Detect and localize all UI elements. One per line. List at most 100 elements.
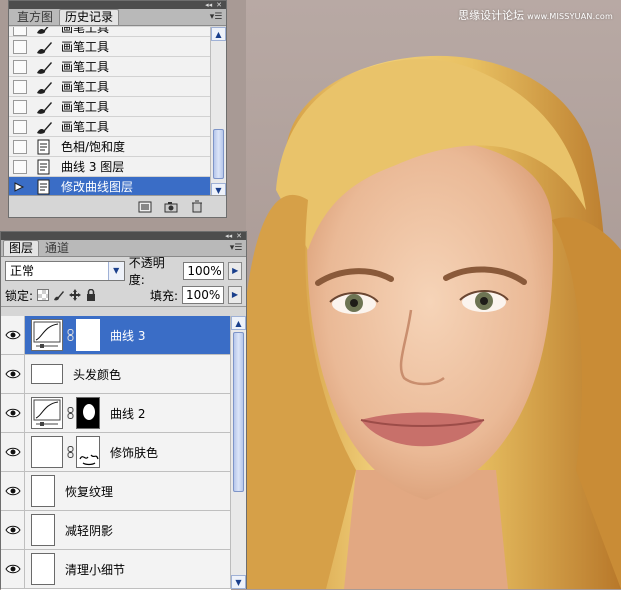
blend-mode-select[interactable]: 正常 ▼ (5, 260, 125, 281)
brush-icon (33, 118, 55, 136)
tab-channels[interactable]: 通道 (39, 240, 75, 256)
visibility-eye-icon[interactable] (1, 511, 25, 549)
snapshot-checkbox[interactable] (13, 39, 27, 54)
layer-list[interactable]: 曲线 3 头发颜色 曲线 2 修饰肤色 恢复纹理 减轻阴影 清理小细节 (1, 316, 231, 590)
history-item[interactable]: 画笔工具 (9, 117, 212, 137)
brush-icon (33, 78, 55, 96)
layer-name: 头发颜色 (73, 367, 122, 382)
scroll-up-icon[interactable]: ▲ (231, 316, 246, 330)
snapshot-checkbox[interactable] (13, 59, 27, 74)
layers-panel-titlebar[interactable]: ◂◂ ✕ (1, 232, 246, 240)
layer-row[interactable]: 修饰肤色 (1, 433, 231, 472)
new-document-from-state-icon[interactable] (138, 201, 152, 213)
layer-name: 修饰肤色 (110, 445, 159, 460)
history-item-label: 画笔工具 (61, 120, 110, 134)
layer-row-selected[interactable]: 曲线 3 (1, 316, 231, 355)
history-item-label: 修改曲线图层 (61, 180, 134, 194)
snapshot-checkbox[interactable] (13, 27, 27, 36)
lock-all-icon[interactable] (85, 289, 97, 301)
visibility-eye-icon[interactable] (1, 394, 25, 432)
blend-mode-value: 正常 (10, 263, 35, 278)
history-item[interactable]: 画笔工具 (9, 97, 212, 117)
layer-thumbnail[interactable] (31, 475, 55, 507)
opacity-slider-toggle[interactable]: ▶ (228, 261, 242, 280)
tab-layers[interactable]: 图层 (3, 240, 40, 256)
layer-row[interactable]: 恢复纹理 (1, 472, 231, 511)
visibility-eye-icon[interactable] (1, 550, 25, 588)
history-item[interactable]: 画笔工具 (9, 77, 212, 97)
history-item[interactable]: 画笔工具 (9, 37, 212, 57)
camera-snapshot-icon[interactable] (164, 201, 178, 213)
panel-menu-icon[interactable]: ▾☰ (229, 243, 243, 253)
layer-mask-thumbnail[interactable] (76, 436, 100, 468)
layers-panel: ◂◂ ✕ 图层 通道 ▾☰ 正常 ▼ 不透明度: 100% ▶ 锁定: 填充: … (0, 231, 247, 590)
layer-mask-thumbnail[interactable] (76, 319, 100, 351)
link-chain-icon[interactable] (66, 406, 75, 420)
scroll-thumb[interactable] (233, 332, 244, 492)
fill-slider-toggle[interactable]: ▶ (228, 286, 242, 304)
history-tabbar: 直方图 历史记录 ▾☰ (9, 9, 226, 26)
collapse-icon[interactable]: ◂◂ (225, 232, 232, 240)
scroll-up-icon[interactable]: ▲ (211, 27, 226, 41)
curves-adjustment-icon (31, 319, 63, 351)
history-item-label: 画笔工具 (61, 27, 110, 35)
history-list[interactable]: 画笔工具 画笔工具 画笔工具 画笔工具 画笔工具 画笔工具 色相/饱和度 曲线 … (9, 27, 212, 197)
visibility-eye-icon[interactable] (1, 472, 25, 510)
layers-scrollbar[interactable]: ▲ ▼ (230, 316, 246, 589)
layer-name: 清理小细节 (65, 562, 126, 577)
lock-transparency-icon[interactable] (37, 289, 50, 301)
history-item[interactable]: 色相/饱和度 (9, 137, 212, 157)
history-scrollbar[interactable]: ▲ ▼ (210, 27, 226, 197)
close-icon[interactable]: ✕ (236, 232, 242, 240)
document-icon (33, 158, 55, 176)
layer-row[interactable]: 清理小细节 (1, 550, 231, 589)
history-item[interactable]: 曲线 3 图层 (9, 157, 212, 177)
snapshot-checkbox[interactable] (13, 139, 27, 154)
trash-icon[interactable] (190, 200, 204, 213)
layer-thumbnail[interactable] (31, 436, 63, 468)
layer-thumbnail[interactable] (31, 553, 55, 585)
layer-row[interactable]: 减轻阴影 (1, 511, 231, 550)
chevron-down-icon[interactable]: ▼ (107, 261, 124, 280)
snapshot-checkbox[interactable] (13, 159, 27, 174)
blend-options-row: 正常 ▼ 不透明度: 100% ▶ (1, 256, 246, 287)
snapshot-checkbox[interactable] (13, 99, 27, 114)
tab-history[interactable]: 历史记录 (59, 9, 120, 25)
link-chain-icon[interactable] (66, 445, 75, 459)
visibility-eye-icon[interactable] (1, 355, 25, 393)
link-chain-icon[interactable] (66, 328, 75, 342)
curves-adjustment-icon (31, 397, 63, 429)
brush-icon (33, 27, 55, 36)
fill-input[interactable]: 100% (182, 286, 224, 304)
visibility-eye-icon[interactable] (1, 433, 25, 471)
layer-row[interactable]: 头发颜色 (1, 355, 231, 394)
history-item-selected[interactable]: 修改曲线图层 (9, 177, 212, 197)
lock-position-move-icon[interactable] (69, 289, 82, 301)
snapshot-checkbox[interactable] (13, 79, 27, 94)
layers-tabbar: 图层 通道 ▾☰ (1, 240, 246, 257)
layer-name: 恢复纹理 (65, 484, 114, 499)
layer-mask-thumbnail[interactable] (76, 397, 100, 429)
visibility-eye-icon[interactable] (1, 316, 25, 354)
opacity-input[interactable]: 100% (183, 261, 225, 280)
lock-pixels-brush-icon[interactable] (53, 289, 65, 301)
history-item-label: 画笔工具 (61, 80, 110, 94)
history-item[interactable]: 画笔工具 (9, 57, 212, 77)
document-icon (33, 138, 55, 156)
layer-thumbnail[interactable] (31, 364, 63, 384)
history-item[interactable]: 画笔工具 (9, 27, 212, 37)
layer-row[interactable]: 曲线 2 (1, 394, 231, 433)
opacity-label: 不透明度: (128, 255, 165, 287)
scroll-thumb[interactable] (213, 129, 224, 179)
layer-thumbnail[interactable] (31, 514, 55, 546)
panel-menu-icon[interactable]: ▾☰ (209, 12, 223, 22)
canvas-photo: 思缘设计论坛 www.MISSYUAN.com (246, 0, 621, 589)
tab-histogram[interactable]: 直方图 (11, 9, 59, 25)
close-icon[interactable]: ✕ (216, 1, 222, 9)
history-state-marker[interactable] (13, 179, 27, 194)
watermark-url: www.MISSYUAN.com (527, 12, 613, 21)
scroll-down-icon[interactable]: ▼ (231, 575, 246, 589)
snapshot-checkbox[interactable] (13, 119, 27, 134)
history-panel-titlebar[interactable]: ◂◂ ✕ (9, 1, 226, 9)
collapse-icon[interactable]: ◂◂ (205, 1, 212, 9)
